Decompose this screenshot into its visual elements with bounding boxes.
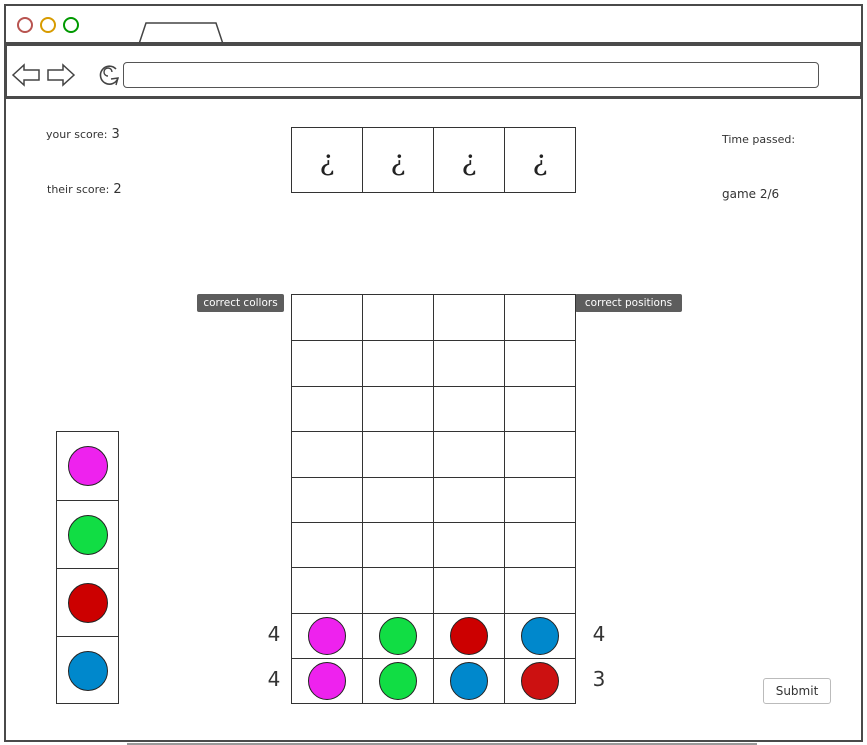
color-peg — [379, 616, 417, 655]
guess-slot[interactable] — [363, 477, 434, 522]
empty-guess-row — [292, 385, 575, 432]
color-peg — [308, 662, 346, 701]
guess-slot[interactable] — [505, 659, 575, 703]
palette-peg-magenta[interactable] — [67, 446, 108, 486]
color-peg — [450, 616, 488, 655]
secret-slot: ¿ — [434, 128, 505, 192]
back-arrow-icon[interactable] — [12, 63, 40, 87]
palette-peg-red[interactable] — [67, 582, 108, 623]
reload-icon[interactable] — [96, 63, 122, 89]
secret-slot: ¿ — [532, 143, 548, 177]
your-score-value: 3 — [111, 127, 120, 142]
guess-slot[interactable] — [363, 432, 434, 477]
empty-guess-row — [292, 476, 575, 522]
palette-slot-green[interactable] — [57, 500, 118, 568]
guess-slot[interactable] — [434, 295, 505, 341]
color-peg — [308, 616, 346, 655]
palette-slot-blue[interactable] — [57, 636, 118, 704]
guess-slot[interactable] — [292, 432, 363, 477]
address-bar-input[interactable] — [123, 62, 819, 88]
guess-slot[interactable] — [434, 477, 505, 522]
empty-guess-row — [292, 567, 575, 613]
guess-slot[interactable] — [292, 523, 363, 568]
guess-slot[interactable] — [292, 477, 363, 522]
secret-slot: ¿ — [363, 128, 434, 192]
secret-slot: ¿ — [292, 128, 363, 192]
correct-colors-count: 4 — [267, 621, 281, 646]
guess-slot[interactable] — [363, 523, 434, 568]
color-peg — [379, 662, 417, 701]
guess-slot[interactable] — [363, 341, 434, 386]
guess-slot[interactable] — [505, 387, 575, 431]
guess-slot[interactable] — [434, 432, 505, 477]
guess-slot[interactable] — [505, 614, 575, 658]
guess-slot[interactable] — [434, 659, 505, 704]
submit-button[interactable]: Submit — [763, 678, 831, 704]
guess-slot[interactable] — [505, 341, 575, 385]
title-bar — [4, 4, 863, 44]
game-board — [291, 294, 576, 704]
palette-slot-red[interactable] — [57, 568, 118, 636]
correct-colors-count: 4 — [267, 666, 281, 691]
guess-slot[interactable] — [434, 386, 505, 432]
minimize-window-icon[interactable] — [40, 17, 56, 33]
game-counter: game 2/6 — [722, 187, 780, 201]
guess-slot[interactable] — [505, 478, 575, 522]
their-score-value: 2 — [113, 182, 122, 197]
correct-positions-count: 4 — [592, 621, 606, 646]
guess-slot[interactable] — [292, 386, 363, 432]
guess-slot[interactable] — [292, 613, 363, 659]
palette-peg-blue[interactable] — [67, 650, 108, 691]
guess-slot[interactable] — [505, 432, 575, 476]
guess-slot[interactable] — [434, 523, 505, 568]
color-peg — [450, 662, 488, 701]
guess-slot[interactable] — [292, 341, 363, 386]
time-passed: Time passed: — [722, 133, 796, 146]
guess-slot[interactable] — [363, 659, 434, 704]
your-score: your score: 3 — [46, 127, 120, 142]
empty-guess-row — [292, 431, 575, 477]
correct-positions-count: 3 — [592, 666, 606, 691]
guess-row — [292, 658, 575, 704]
guess-slot[interactable] — [292, 568, 363, 613]
palette-slot-magenta[interactable] — [57, 432, 118, 500]
guess-slot[interactable] — [434, 613, 505, 659]
secret-code: ¿ ¿ ¿ ¿ — [291, 127, 576, 193]
your-score-label: your score: — [46, 128, 108, 141]
empty-guess-row — [292, 340, 575, 386]
guess-slot[interactable] — [363, 295, 434, 341]
close-window-icon[interactable] — [17, 17, 33, 33]
empty-guess-row — [292, 295, 575, 341]
correct-colors-label: correct collors — [197, 294, 284, 312]
their-score: their score: 2 — [47, 182, 122, 197]
guess-slot[interactable] — [292, 659, 363, 704]
guess-slot[interactable] — [363, 568, 434, 613]
maximize-window-icon[interactable] — [63, 17, 79, 33]
guess-slot[interactable] — [434, 568, 505, 613]
forward-arrow-icon[interactable] — [47, 63, 75, 87]
palette-peg-green[interactable] — [67, 514, 108, 555]
color-peg — [521, 616, 559, 655]
color-palette — [56, 431, 119, 704]
guess-row — [292, 612, 575, 659]
guess-slot[interactable] — [434, 341, 505, 386]
color-peg — [521, 662, 559, 701]
guess-slot[interactable] — [505, 295, 575, 340]
guess-slot[interactable] — [363, 386, 434, 432]
guess-slot[interactable] — [505, 568, 575, 612]
correct-positions-label: correct positions — [575, 294, 682, 312]
guess-slot[interactable] — [505, 523, 575, 567]
browser-tab[interactable] — [138, 22, 224, 44]
empty-guess-row — [292, 522, 575, 568]
guess-slot[interactable] — [363, 613, 434, 659]
their-score-label: their score: — [47, 183, 110, 196]
guess-slot[interactable] — [292, 295, 363, 341]
